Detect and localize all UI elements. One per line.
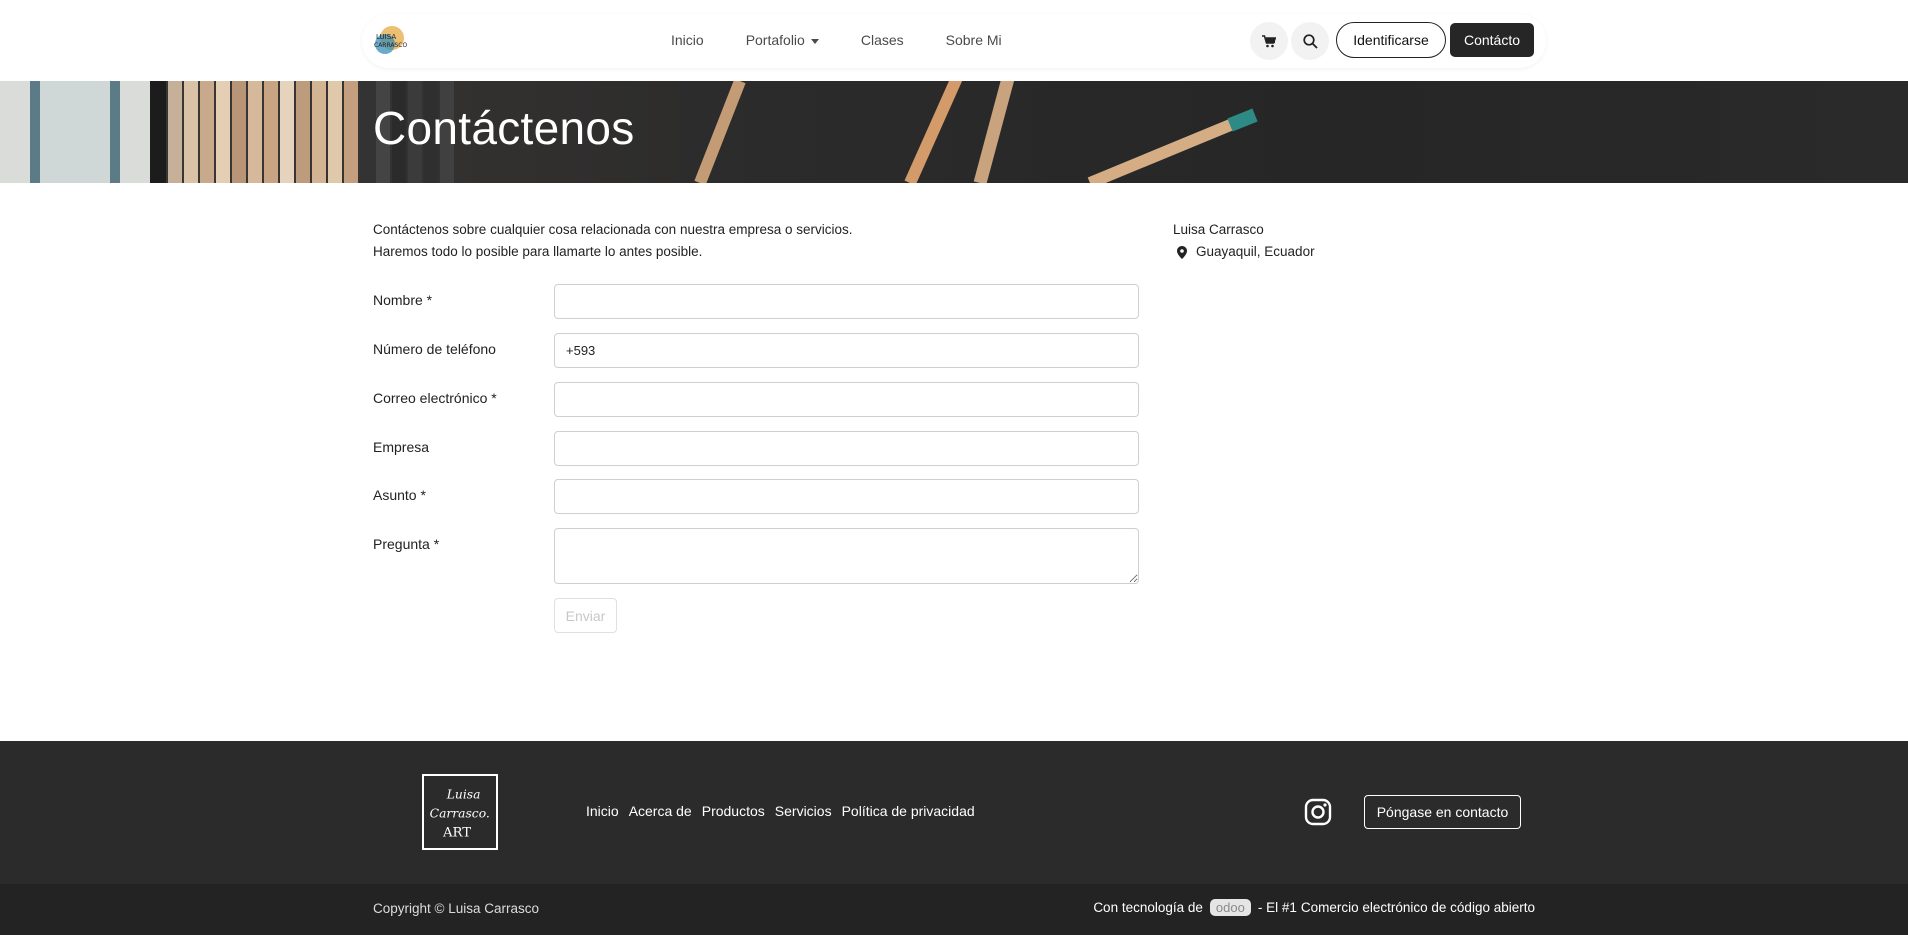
footer-logo-line-3: ART — [442, 826, 471, 841]
map-marker-icon — [1177, 245, 1187, 259]
contact-info: Luisa Carrasco Guayaquil, Ecuador — [1173, 219, 1315, 263]
footer-links: Inicio Acerca de Productos Servicios Pol… — [586, 803, 975, 819]
nav-sobre-mi-label: Sobre Mi — [945, 32, 1002, 48]
search-icon — [1302, 33, 1318, 49]
copyright-bar: Copyright © Luisa Carrasco Con tecnologí… — [0, 884, 1908, 935]
nombre-input[interactable] — [554, 284, 1139, 319]
get-in-touch-button[interactable]: Póngase en contacto — [1364, 795, 1521, 829]
nav-clases-label: Clases — [860, 32, 904, 48]
powered-by: Con tecnología de odoo - El #1 Comercio … — [1093, 899, 1535, 916]
hero-banner: Contáctenos — [0, 81, 1908, 183]
empresa-label: Empresa — [373, 439, 430, 455]
site-header: LUISA CARRASCO Inicio Portafolio Clases … — [0, 0, 1908, 81]
nav-sobre-mi[interactable]: Sobre Mi — [925, 26, 1023, 54]
submit-button[interactable]: Enviar — [554, 598, 617, 633]
asunto-label: Asunto * — [373, 487, 426, 503]
intro-line-1: Contáctenos sobre cualquier cosa relacio… — [373, 222, 853, 237]
intro-text: Contáctenos sobre cualquier cosa relacio… — [373, 219, 853, 263]
odoo-logo[interactable]: odoo — [1209, 899, 1251, 916]
login-button[interactable]: Identificarse — [1336, 22, 1446, 58]
footer-link-privacidad[interactable]: Política de privacidad — [842, 803, 975, 819]
asunto-input[interactable] — [554, 479, 1139, 514]
nav-portafolio-label: Portafolio — [745, 32, 805, 48]
footer-logo-line-2: Carrasco. — [430, 807, 490, 821]
footer-logo[interactable]: Luisa Carrasco. ART — [422, 774, 498, 850]
copyright-text: Copyright © Luisa Carrasco — [373, 901, 540, 916]
svg-text:LUISA: LUISA — [376, 33, 396, 41]
footer-link-servicios[interactable]: Servicios — [775, 803, 832, 819]
powered-link[interactable]: Comercio electrónico de código abierto — [1301, 900, 1535, 915]
telefono-input[interactable] — [554, 333, 1139, 368]
cart-icon — [1262, 34, 1276, 47]
luisa-carrasco-logo[interactable]: LUISA CARRASCO — [372, 24, 408, 58]
powered-suffix: - El #1 — [1257, 900, 1297, 915]
intro-line-2: Haremos todo lo posible para llamarte lo… — [373, 244, 703, 259]
footer-link-acerca[interactable]: Acerca de — [629, 803, 692, 819]
cart-button[interactable] — [1250, 22, 1288, 60]
telefono-label: Número de teléfono — [373, 341, 496, 357]
pencils-right-image — [904, 81, 1258, 183]
site-footer: Luisa Carrasco. ART Inicio Acerca de Pro… — [0, 741, 1908, 884]
main-nav: Inicio Portafolio Clases Sobre Mi — [650, 26, 1023, 54]
footer-link-productos[interactable]: Productos — [702, 803, 765, 819]
correo-label: Correo electrónico * — [373, 390, 497, 406]
correo-input[interactable] — [554, 382, 1139, 417]
nav-inicio[interactable]: Inicio — [650, 26, 725, 54]
nav-clases[interactable]: Clases — [840, 26, 925, 54]
contact-button[interactable]: Contácto — [1450, 23, 1534, 57]
page-title: Contáctenos — [373, 102, 635, 154]
contact-location: Guayaquil, Ecuador — [1173, 241, 1315, 263]
empresa-input[interactable] — [554, 431, 1139, 466]
contact-name: Luisa Carrasco — [1173, 222, 1264, 237]
pregunta-label: Pregunta * — [373, 536, 440, 552]
nombre-label: Nombre * — [373, 292, 433, 308]
nav-inicio-label: Inicio — [671, 32, 704, 48]
search-button[interactable] — [1291, 22, 1329, 60]
chevron-down-icon — [810, 38, 819, 44]
svg-text:CARRASCO: CARRASCO — [374, 42, 407, 49]
footer-logo-line-1: Luisa — [446, 788, 481, 802]
footer-link-inicio[interactable]: Inicio — [586, 803, 619, 819]
nav-portafolio[interactable]: Portafolio — [725, 26, 840, 54]
contact-location-text: Guayaquil, Ecuador — [1196, 244, 1315, 259]
powered-prefix: Con tecnología de — [1093, 900, 1203, 915]
pregunta-textarea[interactable] — [554, 528, 1139, 584]
instagram-icon[interactable] — [1304, 798, 1332, 826]
